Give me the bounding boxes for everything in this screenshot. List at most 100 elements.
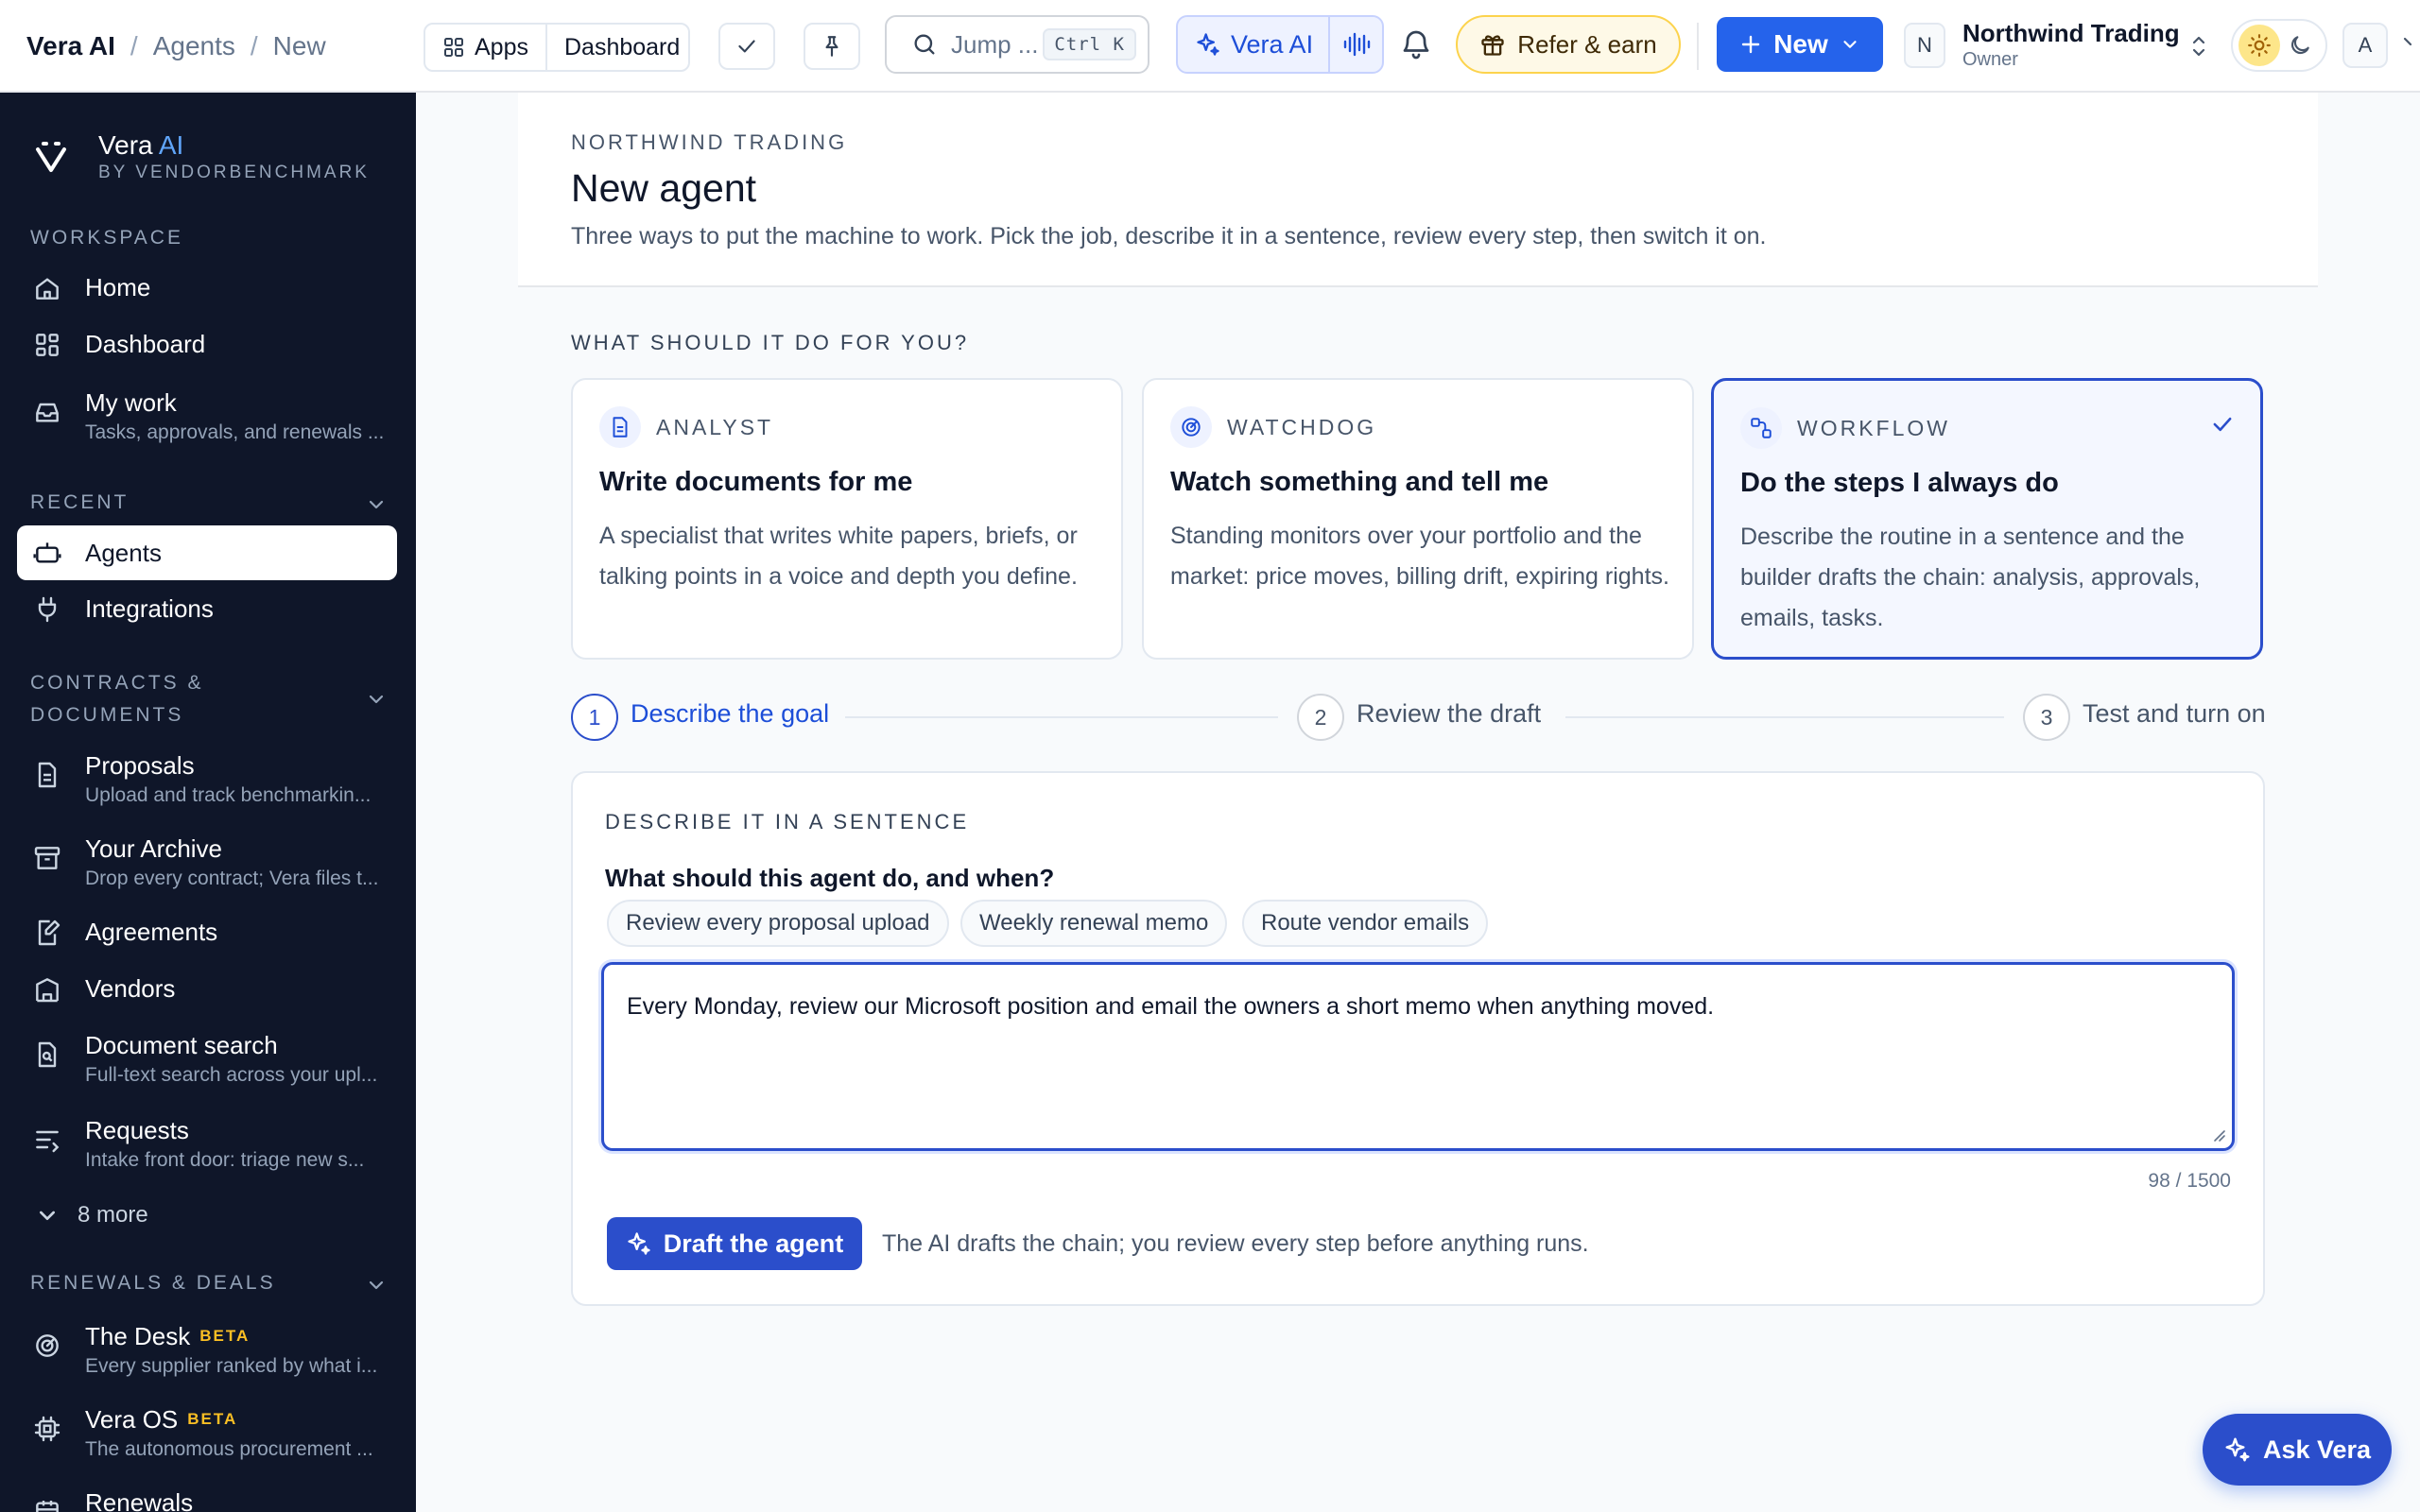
sidebar-item-label: Renewals xyxy=(85,1488,194,1512)
ask-vera-button[interactable]: Ask Vera xyxy=(2203,1414,2392,1486)
notifications-button[interactable] xyxy=(1399,26,1437,64)
theme-toggle[interactable] xyxy=(2231,19,2327,72)
page-header xyxy=(518,93,2318,287)
chevron-down-icon xyxy=(2403,37,2412,46)
voice-button[interactable] xyxy=(1330,17,1382,72)
radar-icon xyxy=(36,1334,59,1357)
robot-icon xyxy=(33,542,61,563)
agent-type-watchdog[interactable]: WATCHDOG Watch something and tell me Sta… xyxy=(1142,378,1694,660)
pin-icon xyxy=(825,36,838,57)
sidebar-item-sub: Upload and track benchmarkin... xyxy=(85,784,372,806)
section-recent[interactable]: RECENT xyxy=(30,491,129,514)
stepper-connector xyxy=(845,716,1278,718)
step-1-label[interactable]: Describe the goal xyxy=(631,699,829,729)
sidebar-more-label: 8 more xyxy=(78,1202,148,1228)
pin-button[interactable] xyxy=(804,23,860,70)
top-bar: Vera AI / Agents / New Apps Dashboard Ju… xyxy=(0,0,2420,93)
sidebar-item-vera-os[interactable]: Vera OS BETA The autonomous procurement .… xyxy=(17,1402,397,1463)
document-icon xyxy=(38,762,57,788)
breadcrumb-root[interactable]: Vera AI xyxy=(26,31,115,61)
sidebar-item-renewals[interactable]: Renewals xyxy=(17,1486,397,1512)
sidebar-item-archive[interactable]: Your Archive Drop every contract; Vera f… xyxy=(17,832,397,892)
sparkles-icon xyxy=(628,1232,650,1255)
sidebar-item-label: The Desk BETA xyxy=(85,1319,377,1353)
check-icon xyxy=(2213,417,2232,432)
step-1-number[interactable]: 1 xyxy=(571,694,618,741)
moon-icon xyxy=(2290,36,2309,55)
user-avatar[interactable]: A xyxy=(2342,23,2388,68)
overflow-handle[interactable] xyxy=(2401,28,2420,57)
step-3-label[interactable]: Test and turn on xyxy=(2083,699,2266,729)
org-name[interactable]: Northwind Trading xyxy=(1962,19,2180,48)
grid-icon xyxy=(36,334,59,356)
sidebar-item-my-work[interactable]: My work Tasks, approvals, and renewals .… xyxy=(17,386,397,446)
pen-document-icon xyxy=(38,919,60,946)
breadcrumb-agents[interactable]: Agents xyxy=(153,31,235,61)
chevron-down-icon[interactable] xyxy=(365,1274,388,1297)
jump-search[interactable]: Jump ... Ctrl K xyxy=(885,15,1150,74)
audio-wave-icon xyxy=(1343,32,1370,57)
sidebar-item-sub: Intake front door: triage new s... xyxy=(85,1149,365,1171)
agent-type-workflow[interactable]: WORKFLOW Do the steps I always do Descri… xyxy=(1711,378,2263,660)
tasks-check-button[interactable] xyxy=(718,23,775,70)
workflow-icon xyxy=(1740,407,1782,449)
vera-os-label: Vera OS xyxy=(85,1405,179,1434)
agent-type-analyst[interactable]: ANALYST Write documents for me A special… xyxy=(571,378,1123,660)
goal-textarea-wrapper: Every Monday, review our Microsoft posit… xyxy=(601,962,2235,1151)
section-contracts-line2: DOCUMENTS xyxy=(30,704,184,726)
home-icon xyxy=(36,278,59,300)
sidebar-item-label: Vendors xyxy=(85,974,176,1003)
vera-ai-label: Vera AI xyxy=(1231,29,1314,59)
agent-type-question: WHAT SHOULD IT DO FOR YOU? xyxy=(571,331,970,354)
suggestion-chip[interactable]: Route vendor emails xyxy=(1242,900,1489,947)
light-mode-option[interactable] xyxy=(2238,25,2280,66)
dashboard-button[interactable]: Dashboard xyxy=(544,25,697,70)
draft-note: The AI drafts the chain; you review ever… xyxy=(882,1230,1589,1257)
document-icon xyxy=(599,406,641,448)
refer-earn-button[interactable]: Refer & earn xyxy=(1456,15,1681,74)
resize-grip-icon[interactable] xyxy=(2209,1125,2226,1143)
step-3-number[interactable]: 3 xyxy=(2023,694,2070,741)
sidebar-more-toggle[interactable]: 8 more xyxy=(17,1198,397,1232)
apps-button[interactable]: Apps xyxy=(425,25,545,70)
brand-sub: BY VENDORBENCHMARK xyxy=(98,163,370,182)
ask-vera-label: Ask Vera xyxy=(2262,1435,2372,1464)
step-2-number[interactable]: 2 xyxy=(1297,694,1344,741)
sidebar-item-dashboard[interactable]: Dashboard xyxy=(17,327,397,361)
vera-ai-button[interactable]: Vera AI xyxy=(1178,17,1331,72)
chevron-down-icon[interactable] xyxy=(365,493,388,516)
sidebar-item-sub: Tasks, approvals, and renewals ... xyxy=(85,421,385,443)
suggestion-chip[interactable]: Weekly renewal memo xyxy=(960,900,1228,947)
dark-mode-option[interactable] xyxy=(2288,33,2312,58)
sidebar-item-the-desk[interactable]: The Desk BETA Every supplier ranked by wh… xyxy=(17,1319,397,1380)
brand[interactable]: Vera AI BY VENDORBENCHMARK xyxy=(32,130,370,183)
sidebar-item-home[interactable]: Home xyxy=(17,270,397,304)
sidebar-item-agreements[interactable]: Agreements xyxy=(17,915,397,949)
section-workspace: WORKSPACE xyxy=(30,227,183,249)
goal-textarea[interactable]: Every Monday, review our Microsoft posit… xyxy=(604,965,2232,1148)
org-switcher[interactable] xyxy=(2187,32,2210,60)
sparkles-icon xyxy=(2225,1437,2250,1462)
sidebar-item-proposals[interactable]: Proposals Upload and track benchmarkin..… xyxy=(17,748,397,809)
apps-label: Apps xyxy=(475,33,528,60)
plug-icon xyxy=(38,596,57,623)
sidebar-item-document-search[interactable]: Document search Full-text search across … xyxy=(17,1028,397,1089)
draft-agent-button[interactable]: Draft the agent xyxy=(607,1217,862,1270)
brand-name: Vera AI xyxy=(98,130,370,161)
suggestion-chip[interactable]: Review every proposal upload xyxy=(607,900,949,947)
section-renewals[interactable]: RENEWALS & DEALS xyxy=(30,1272,276,1295)
sidebar-item-integrations[interactable]: Integrations xyxy=(17,592,397,626)
sidebar-item-agents[interactable]: Agents xyxy=(17,525,397,580)
sidebar-item-requests[interactable]: Requests Intake front door: triage new s… xyxy=(17,1113,397,1174)
step-2-label[interactable]: Review the draft xyxy=(1357,699,1541,729)
org-avatar[interactable]: N xyxy=(1904,23,1945,68)
sidebar-item-vendors[interactable]: Vendors xyxy=(17,971,397,1005)
sidebar-item-sub: Drop every contract; Vera files t... xyxy=(85,868,379,889)
section-contracts[interactable]: CONTRACTS & DOCUMENTS xyxy=(30,667,204,731)
agent-type-desc: Describe the routine in a sentence and t… xyxy=(1740,524,2201,631)
chevron-down-icon[interactable] xyxy=(365,688,388,711)
character-counter: 98 / 1500 xyxy=(2148,1170,2231,1192)
new-button[interactable]: New xyxy=(1717,17,1883,72)
list-arrow-icon xyxy=(36,1130,60,1153)
sidebar-item-label: Proposals xyxy=(85,751,195,780)
